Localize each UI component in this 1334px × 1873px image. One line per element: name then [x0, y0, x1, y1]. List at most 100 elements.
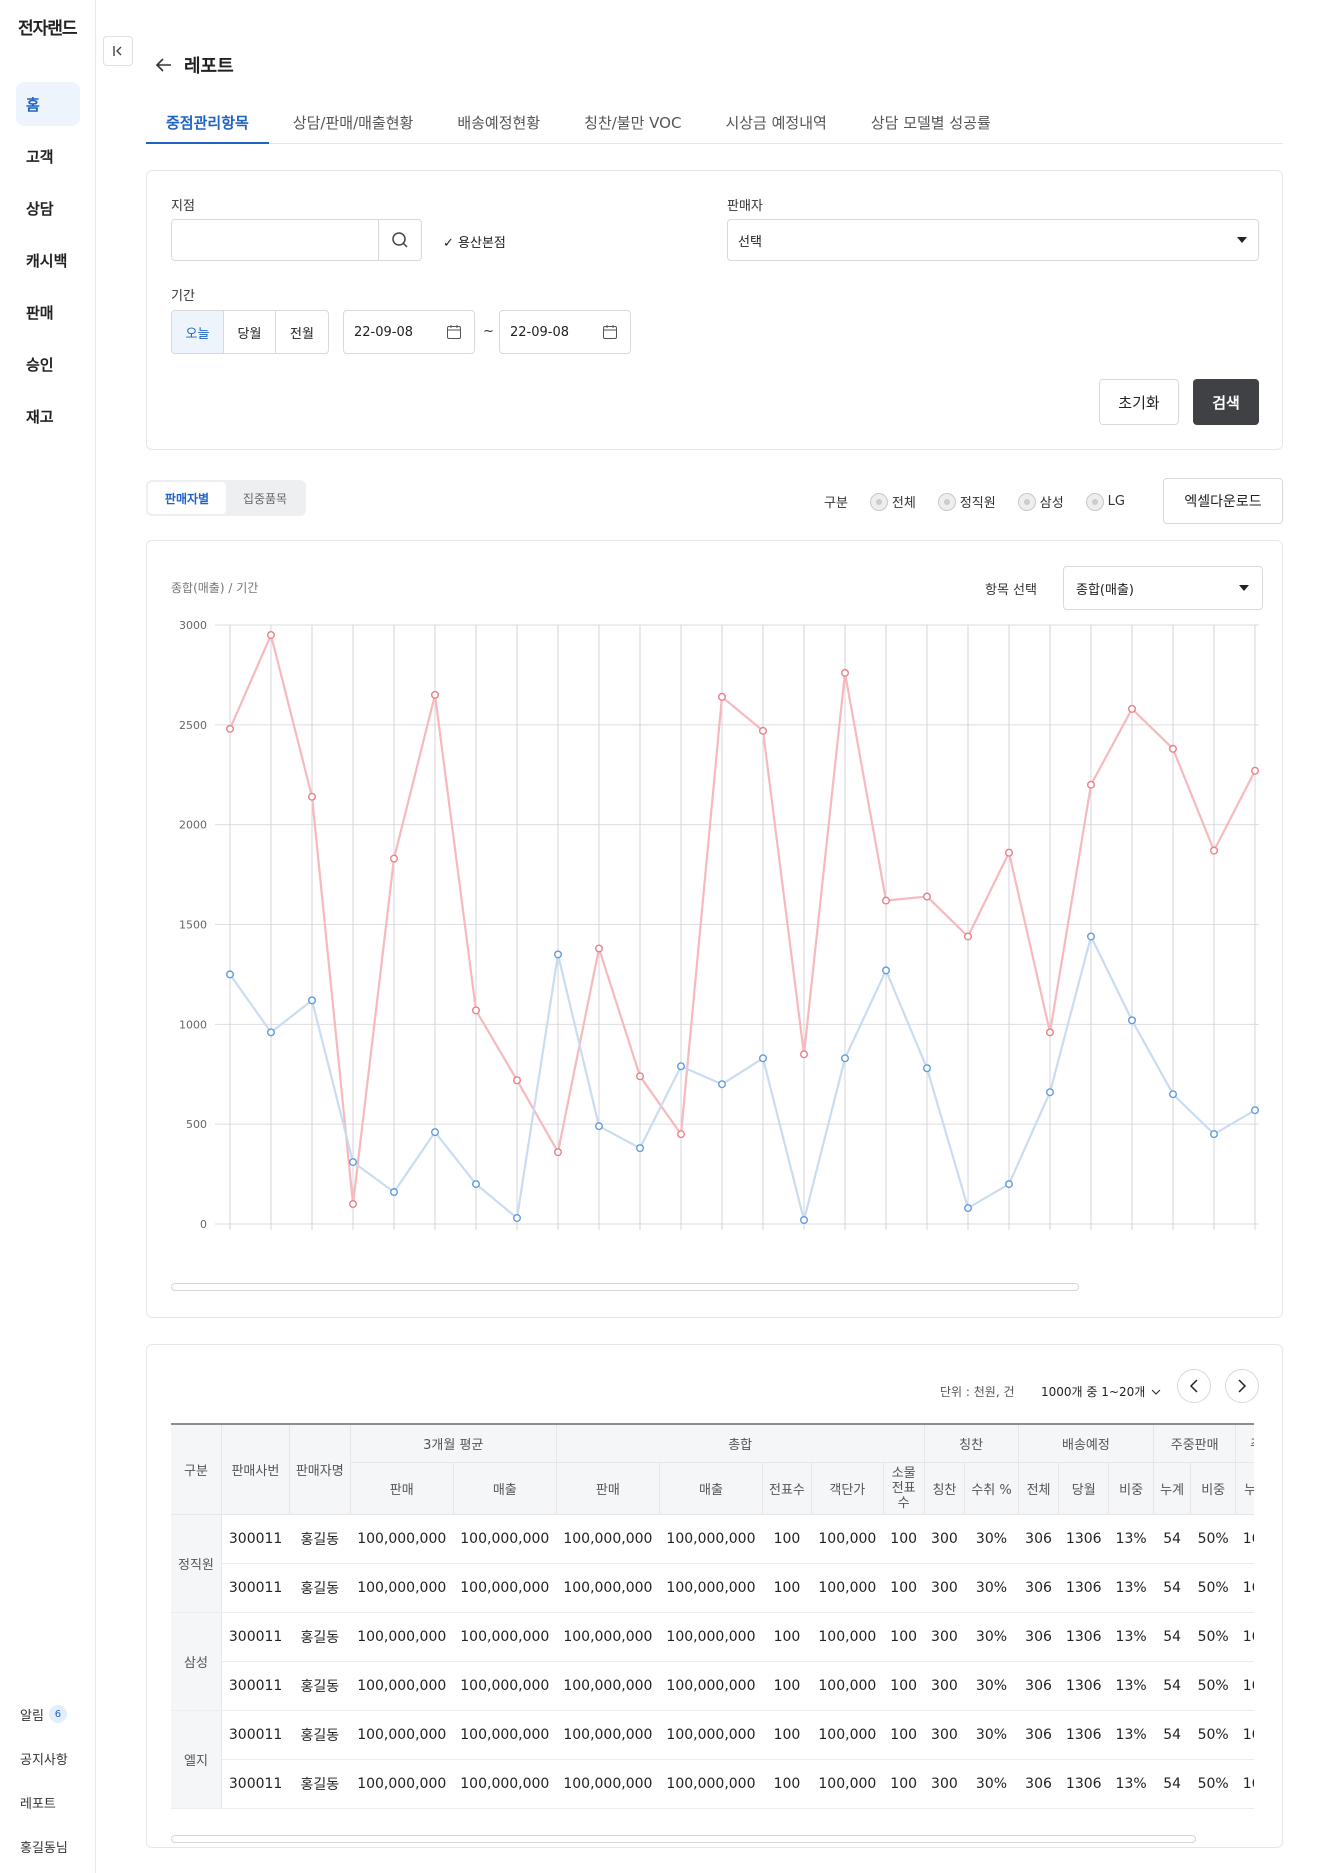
th-seller-name: 판매자명	[289, 1424, 351, 1515]
report-link[interactable]: 레포트	[20, 1780, 94, 1824]
table-cell: 160	[1235, 1563, 1254, 1613]
table-cell: 100	[762, 1563, 812, 1613]
search-button[interactable]: 검색	[1193, 379, 1259, 425]
table-row[interactable]: 300011 홍길동 100,000,000 100,000,000 100,000,0…	[171, 1759, 1254, 1809]
nav-item-cashback[interactable]: 캐시백	[16, 238, 80, 282]
table-cell: 홍길동	[289, 1710, 351, 1760]
th-delivery: 배송예정	[1018, 1424, 1155, 1463]
table-cell: 100,000,000	[453, 1514, 557, 1564]
table-cell: 100,000	[811, 1661, 884, 1711]
nav-item-inventory[interactable]: 재고	[16, 394, 80, 438]
table-cell: 100	[883, 1661, 925, 1711]
branch-label: 지점	[171, 199, 195, 214]
table-row[interactable]: 정직원 300011 홍길동 100,000,000 100,000,000 100,00…	[171, 1514, 1254, 1613]
table-row[interactable]: 300011 홍길동 100,000,000 100,000,000 100,000,0…	[171, 1563, 1254, 1613]
notice-link[interactable]: 공지사항	[20, 1736, 94, 1780]
category-radio-lg[interactable]: LG	[1085, 492, 1125, 511]
table-cell: 100	[762, 1612, 812, 1662]
th-sub: 전표수	[762, 1462, 812, 1515]
table-cell: 300011	[221, 1612, 290, 1662]
nav-item-sales[interactable]: 판매	[16, 290, 80, 334]
chevron-down-icon	[1239, 585, 1249, 591]
table-cell: 100	[883, 1563, 925, 1613]
table-cell: 50%	[1190, 1612, 1236, 1662]
data-point	[554, 1148, 563, 1157]
tab-award[interactable]: 시상금 예정내역	[705, 108, 846, 144]
app-logo[interactable]: 전자랜드	[18, 14, 78, 39]
alerts-label: 알림	[20, 1708, 44, 1724]
tab-consult-sales[interactable]: 상담/판매/매출현황	[273, 108, 434, 144]
row-group-label: 정직원	[171, 1514, 222, 1613]
date-from-field[interactable]: 22-09-08	[343, 310, 475, 354]
table-cell: 300	[924, 1563, 965, 1613]
branch-search-button[interactable]	[378, 219, 422, 261]
chart-horizontal-scrollbar[interactable]	[171, 1283, 1079, 1291]
data-point	[800, 1050, 809, 1059]
tab-focus-items[interactable]: 중점관리항목	[146, 108, 269, 144]
th-sub: 누계	[1235, 1462, 1254, 1515]
prev-page-button[interactable]	[1177, 1369, 1211, 1403]
table-cell: 300011	[221, 1661, 290, 1711]
data-point	[513, 1214, 522, 1223]
nav-item-customer[interactable]: 고객	[16, 134, 80, 178]
chevron-right-icon	[1238, 1379, 1247, 1393]
data-point	[225, 970, 234, 979]
table-horizontal-scrollbar[interactable]	[171, 1835, 1196, 1843]
sidebar-collapse-button[interactable]	[103, 36, 133, 66]
sidebar-footer: 알림 6 공지사항 레포트 홍길동님	[20, 1692, 94, 1868]
chart-caption: 종합(매출) / 기간	[171, 581, 259, 595]
nav-item-home[interactable]: 홈	[16, 82, 80, 126]
view-by-seller[interactable]: 판매자별	[148, 482, 226, 514]
alerts-link[interactable]: 알림 6	[20, 1692, 94, 1736]
table-cell: 54	[1153, 1759, 1191, 1809]
branch-input[interactable]	[171, 219, 379, 261]
table-row[interactable]: 엘지 300011 홍길동 100,000,000 100,000,000 100,000…	[171, 1710, 1254, 1809]
category-radio-employee[interactable]: 정직원	[937, 492, 996, 511]
y-tick-label: 1500	[179, 919, 207, 932]
calendar-icon	[603, 325, 617, 339]
tab-model-success[interactable]: 상담 모델별 성공률	[851, 108, 1011, 144]
table-cell: 13%	[1108, 1514, 1154, 1564]
table-row[interactable]: 300011 홍길동 100,000,000 100,000,000 100,000,0…	[171, 1661, 1254, 1711]
nav-item-approval[interactable]: 승인	[16, 342, 80, 386]
table-cell: 100,000	[811, 1710, 884, 1760]
item-select-label: 항목 선택	[985, 583, 1037, 598]
data-point	[882, 896, 891, 905]
date-to-field[interactable]: 22-09-08	[499, 310, 631, 354]
data-point	[1128, 1016, 1137, 1025]
series-line-0	[228, 631, 1256, 1205]
table-cell: 50%	[1190, 1661, 1236, 1711]
table-cell: 306	[1018, 1612, 1059, 1662]
view-focus-items[interactable]: 집중품목	[226, 482, 304, 514]
table-row[interactable]: 삼성 300011 홍길동 100,000,000 100,000,000 100,000…	[171, 1612, 1254, 1711]
table-cell: 100,000,000	[556, 1563, 660, 1613]
data-point	[841, 668, 850, 677]
view-toggle: 판매자별 집중품목	[146, 480, 306, 516]
next-page-button[interactable]	[1225, 1369, 1259, 1403]
table-cell: 100,000,000	[350, 1710, 454, 1760]
category-filter: 구분 전체 정직원 삼성 LG	[824, 492, 1125, 511]
page-size-select[interactable]: 1000개 중 1~20개	[1041, 1383, 1161, 1400]
nav-item-consult[interactable]: 상담	[16, 186, 80, 230]
th-sub: 판매	[556, 1462, 660, 1515]
excel-download-button[interactable]: 엑셀다운로드	[1163, 478, 1283, 524]
category-radio-all-label: 전체	[891, 496, 916, 511]
seller-select[interactable]: 선택	[727, 219, 1259, 261]
tab-voc[interactable]: 칭찬/불만 VOC	[564, 108, 701, 144]
table-cell: 54	[1153, 1612, 1191, 1662]
table-cell: 100,000,000	[453, 1563, 557, 1613]
category-radio-samsung[interactable]: 삼성	[1017, 492, 1064, 511]
back-arrow-icon[interactable]	[154, 55, 174, 75]
table-cell: 13%	[1108, 1563, 1154, 1613]
period-last-month[interactable]: 전월	[276, 311, 328, 353]
table-cell: 100,000,000	[453, 1759, 557, 1809]
tab-delivery[interactable]: 배송예정현황	[437, 108, 560, 144]
category-radio-all[interactable]: 전체	[869, 492, 916, 511]
data-point	[882, 966, 891, 975]
table-cell: 100,000,000	[659, 1563, 763, 1613]
user-name[interactable]: 홍길동님	[20, 1824, 94, 1868]
period-this-month[interactable]: 당월	[224, 311, 276, 353]
reset-button[interactable]: 초기화	[1099, 379, 1179, 425]
data-point	[431, 690, 440, 699]
period-today[interactable]: 오늘	[172, 311, 224, 353]
